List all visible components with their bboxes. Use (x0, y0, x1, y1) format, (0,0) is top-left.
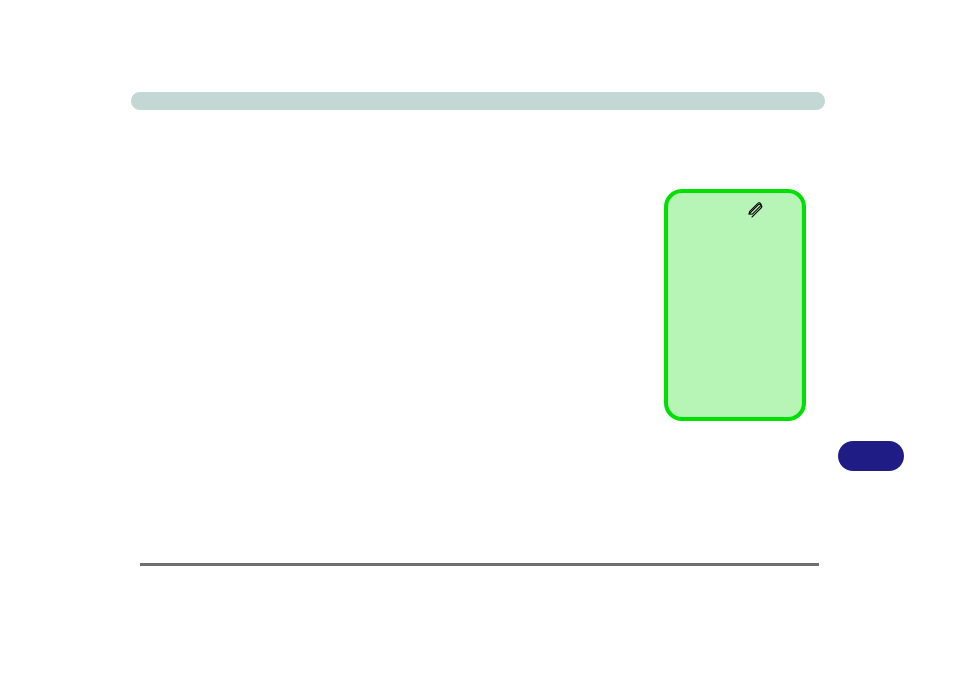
action-button[interactable] (838, 441, 904, 471)
note-card[interactable] (664, 189, 806, 421)
top-bar (131, 92, 825, 110)
pen-icon[interactable] (748, 202, 764, 218)
divider (140, 563, 819, 566)
